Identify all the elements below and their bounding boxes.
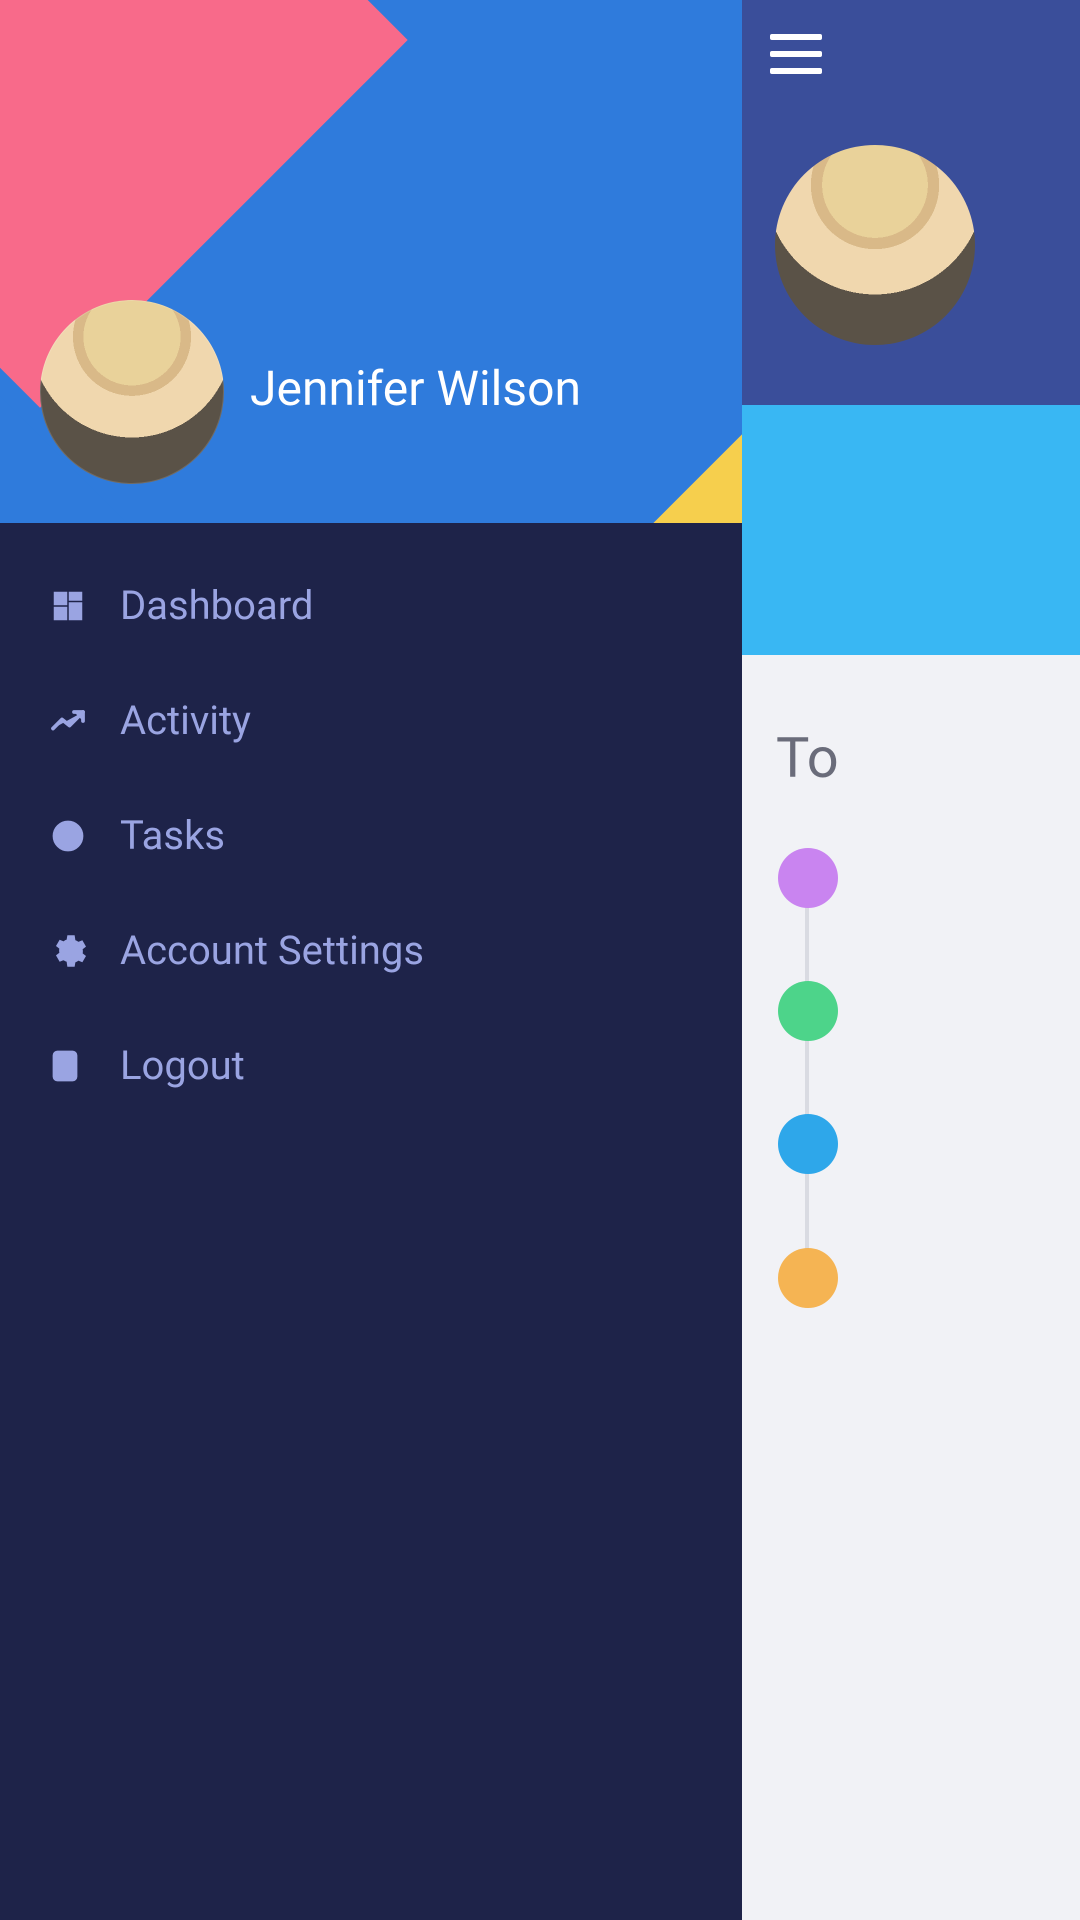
gear-icon	[50, 933, 86, 969]
hamburger-bar	[770, 51, 822, 57]
avatar[interactable]	[775, 145, 975, 345]
drawer-header: Jennifer Wilson	[0, 0, 742, 523]
section-title: To	[776, 725, 839, 791]
timeline-dot[interactable]	[778, 981, 838, 1041]
menu-item-label: Activity	[120, 697, 251, 744]
hamburger-bar	[770, 68, 822, 74]
dashboard-icon	[50, 588, 86, 624]
hamburger-bar	[770, 34, 822, 40]
clock-icon	[50, 818, 86, 854]
main-header	[740, 0, 1080, 405]
timeline-dot[interactable]	[778, 848, 838, 908]
timeline-line	[805, 878, 809, 1308]
menu-item-dashboard[interactable]: Dashboard	[0, 548, 742, 663]
timeline-dot[interactable]	[778, 1248, 838, 1308]
menu-toggle-button[interactable]	[770, 34, 822, 74]
menu-item-label: Dashboard	[120, 582, 313, 629]
avatar[interactable]	[40, 300, 224, 484]
timeline-dot[interactable]	[778, 1114, 838, 1174]
activity-icon	[50, 703, 86, 739]
navigation-drawer: Jennifer Wilson Dashboard Activity Tasks	[0, 0, 742, 1920]
main-tabs	[740, 405, 1080, 655]
user-name: Jennifer Wilson	[250, 360, 581, 417]
main-screen: To	[740, 0, 1080, 1920]
menu-item-account-settings[interactable]: Account Settings	[0, 893, 742, 1008]
menu-item-label: Logout	[120, 1042, 245, 1089]
menu-item-tasks[interactable]: Tasks	[0, 778, 742, 893]
menu-item-label: Tasks	[120, 812, 225, 859]
menu-item-logout[interactable]: Logout	[0, 1008, 742, 1123]
menu-item-label: Account Settings	[120, 927, 424, 974]
drawer-menu: Dashboard Activity Tasks Account Setting…	[0, 548, 742, 1123]
menu-item-activity[interactable]: Activity	[0, 663, 742, 778]
logout-icon	[50, 1048, 86, 1084]
